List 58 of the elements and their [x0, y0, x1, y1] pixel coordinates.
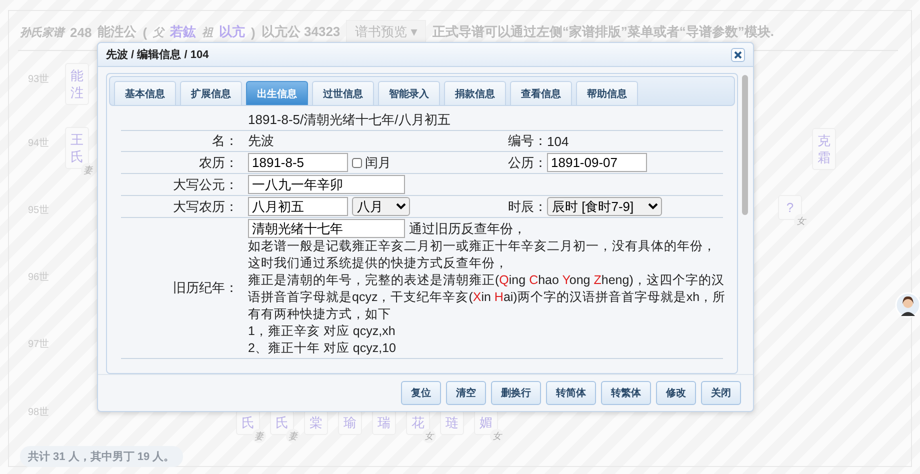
help-text: 雍正是清朝的年号，完整的表述是清朝雍正(Qing Chao Yong Zheng)，这四个字的汉语拼音首字母就是qcyz，干支纪年辛亥(Xin Hai)两个字的汉语拼音首字母就是xh，所有有两种快捷方式，如下 [248, 272, 727, 323]
paren: ( [142, 24, 148, 40]
summary-pill: 共计 31 人，其中男丁 19 人。 [20, 446, 183, 467]
checkbox-label: 闰月 [365, 154, 391, 172]
field-label: 公历： [507, 154, 547, 172]
tab[interactable]: 基本信息 [114, 81, 176, 105]
family-title: 孙氏家谱 [20, 26, 64, 40]
action-button[interactable]: 转繁体 [601, 381, 651, 405]
old-year-field[interactable]: 清朝光绪十七年 [248, 219, 405, 238]
tab[interactable]: 捐款信息 [444, 81, 506, 105]
field-label: 编号： [507, 132, 547, 150]
field-label: 时辰： [507, 198, 547, 216]
field-label: 农历： [198, 154, 238, 172]
field-label: 大写农历： [172, 198, 238, 216]
tab[interactable]: 智能录入 [378, 81, 440, 105]
tab[interactable]: 帮助信息 [576, 81, 638, 105]
grandfather-label: 祖 [202, 26, 214, 40]
lunar-date-field[interactable]: 1891-8-5 [248, 153, 348, 172]
action-button[interactable]: 修改 [656, 381, 696, 405]
tab[interactable]: 扩展信息 [180, 81, 242, 105]
role-badge: 妻 [81, 163, 95, 177]
dialog-title: 先波 / 编辑信息 / 104 [106, 48, 209, 62]
father-label: 父 [153, 26, 164, 40]
old-year-hint: 通过旧历反查年份， [409, 220, 526, 238]
person-name: 能泩公 [98, 23, 137, 41]
action-button[interactable]: 转简体 [546, 381, 596, 405]
tab[interactable]: 查看信息 [510, 81, 572, 105]
action-button[interactable]: 删换行 [491, 381, 541, 405]
solar-date-field[interactable]: 1891-09-07 [547, 153, 647, 172]
action-button[interactable]: 复位 [401, 381, 441, 405]
role-badge: 女 [794, 214, 808, 228]
person-count: 248 [70, 24, 92, 40]
avatar-icon[interactable] [895, 292, 920, 318]
field-label: 旧历纪年： [172, 279, 238, 297]
role-badge: 妻 [252, 429, 266, 443]
close-icon[interactable] [734, 50, 742, 58]
role-badge: 女 [490, 429, 504, 443]
field-label: 名： [211, 132, 238, 150]
month-select[interactable]: 八月 [352, 197, 410, 216]
close-button[interactable] [731, 48, 745, 62]
role-badge: 妻 [286, 429, 300, 443]
upper-year-field[interactable]: 一八九一年辛卯 [248, 175, 405, 194]
number-value: 104 [547, 134, 570, 148]
hour-select[interactable]: 辰时 [食时7-9] [547, 197, 662, 216]
help-text: 1，雍正辛亥 对应 qcyz,xh [248, 323, 396, 340]
tab[interactable]: 过世信息 [312, 81, 374, 105]
role-badge: 女 [422, 429, 436, 443]
export-hint: 正式导谱可以通过左侧“家谱排版”菜单或者“导谱参数”模块. [432, 23, 774, 41]
upper-lunar-field[interactable]: 八月初五 [248, 197, 348, 216]
help-text: 2、雍正十年 对应 qcyz,10 [248, 340, 397, 357]
action-button[interactable]: 清空 [446, 381, 486, 405]
leap-month-checkbox[interactable] [352, 158, 362, 168]
field-label: 大写公元： [172, 176, 238, 194]
name-value: 先波 [248, 132, 275, 150]
ancestor-name: 以亢公 34323 [261, 23, 340, 41]
paren: ) [251, 24, 256, 40]
action-button[interactable]: 关闭 [701, 381, 741, 405]
date-summary: 1891-8-5/清朝光绪十七年/八月初五 [248, 111, 452, 129]
